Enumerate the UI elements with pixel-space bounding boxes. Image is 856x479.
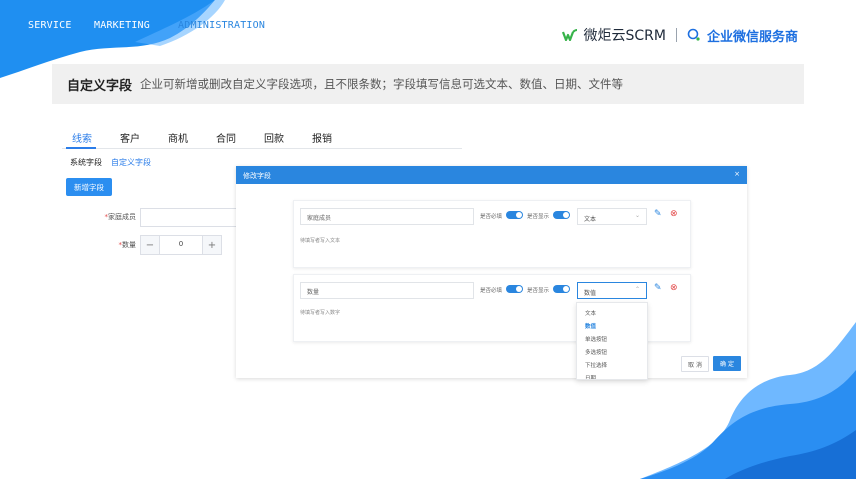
show-toggle[interactable]: [553, 211, 570, 219]
brand-divider: [675, 28, 677, 42]
decrement-button[interactable]: −: [141, 236, 160, 254]
edit-field-modal: 修改字段 × 家庭成员 是否必填 是否显示 文本 ⌄ ✎ ⊗ 待填写者写入文本 数…: [236, 166, 747, 380]
type-select[interactable]: 数值 ⌃: [577, 282, 647, 299]
cancel-button[interactable]: 取 消: [681, 356, 709, 372]
required-label: 是否必填: [480, 288, 503, 294]
increment-button[interactable]: +: [202, 236, 221, 254]
tab-customers[interactable]: 客户: [120, 130, 140, 145]
dropdown-option-selected[interactable]: 数值: [585, 322, 596, 330]
nav-administration[interactable]: ADMINISTRATION: [178, 20, 265, 31]
banner-title: 自定义字段: [67, 79, 133, 94]
close-icon[interactable]: ×: [734, 170, 740, 178]
edit-icon[interactable]: ✎: [654, 284, 662, 293]
show-toggle[interactable]: [553, 285, 570, 293]
tab-leads[interactable]: 线索: [72, 130, 92, 145]
confirm-button[interactable]: 确 定: [713, 356, 741, 371]
nav-marketing[interactable]: MARKETING: [94, 20, 150, 31]
delete-icon[interactable]: ⊗: [670, 284, 678, 293]
delete-icon[interactable]: ⊗: [670, 210, 678, 219]
tab-active-indicator: [66, 147, 96, 149]
quantity-value[interactable]: 0: [159, 240, 203, 248]
required-toggle[interactable]: [506, 211, 523, 219]
tab-contracts[interactable]: 合同: [216, 130, 236, 145]
required-toggle[interactable]: [506, 285, 523, 293]
edit-icon[interactable]: ✎: [654, 210, 662, 219]
show-label: 是否显示: [527, 214, 550, 220]
field-hint: 待填写者写入文本: [300, 238, 341, 244]
subtab-system-fields[interactable]: 系统字段: [70, 157, 102, 168]
field-name-input[interactable]: 数量: [300, 282, 474, 299]
quantity-stepper: − 0 +: [140, 235, 222, 255]
dropdown-option[interactable]: 文本: [585, 309, 596, 317]
tab-payments[interactable]: 回款: [264, 130, 284, 145]
type-dropdown: 文本 数值 单选按钮 多选按钮 下拉选择 日期: [576, 302, 648, 380]
field-card-member: 家庭成员 是否必填 是否显示 文本 ⌄ ✎ ⊗ 待填写者写入文本: [293, 200, 691, 268]
tab-opportunities[interactable]: 商机: [168, 130, 188, 145]
modal-title: 修改字段: [243, 172, 271, 180]
show-label: 是否显示: [527, 288, 550, 294]
brand: 微炬云SCRM 企业微信服务商: [561, 24, 798, 46]
brand-service: 企业微信服务商: [706, 29, 798, 45]
wechat-logo-icon: [561, 29, 577, 41]
dropdown-option[interactable]: 下拉选择: [585, 361, 607, 369]
member-label: *家庭成员: [104, 213, 137, 221]
dropdown-option[interactable]: 单选按钮: [585, 335, 607, 343]
type-select[interactable]: 文本 ⌄: [577, 208, 647, 225]
quantity-label: *数量: [118, 241, 137, 249]
add-field-button[interactable]: 新增字段: [66, 178, 112, 196]
tab-reimbursements[interactable]: 报销: [312, 130, 332, 145]
banner-description: 企业可新增或删改自定义字段选项，且不限条数；字段填写信息可选文本、数值、日期、文…: [140, 77, 623, 91]
member-input[interactable]: [140, 208, 238, 227]
title-banner: 自定义字段 企业可新增或删改自定义字段选项，且不限条数；字段填写信息可选文本、数…: [52, 64, 804, 104]
tab-divider: [62, 148, 462, 149]
wecom-logo-icon: [687, 28, 700, 41]
field-hint: 待填写者写入数字: [300, 310, 341, 316]
required-label: 是否必填: [480, 214, 503, 220]
modal-header: 修改字段 ×: [236, 166, 747, 184]
dropdown-option[interactable]: 日期: [585, 374, 596, 379]
brand-name: 微炬云SCRM: [583, 28, 666, 44]
dropdown-option[interactable]: 多选按钮: [585, 348, 607, 356]
field-name-input[interactable]: 家庭成员: [300, 208, 474, 225]
nav-service[interactable]: SERVICE: [28, 20, 72, 31]
subtab-custom-fields[interactable]: 自定义字段: [111, 157, 151, 168]
